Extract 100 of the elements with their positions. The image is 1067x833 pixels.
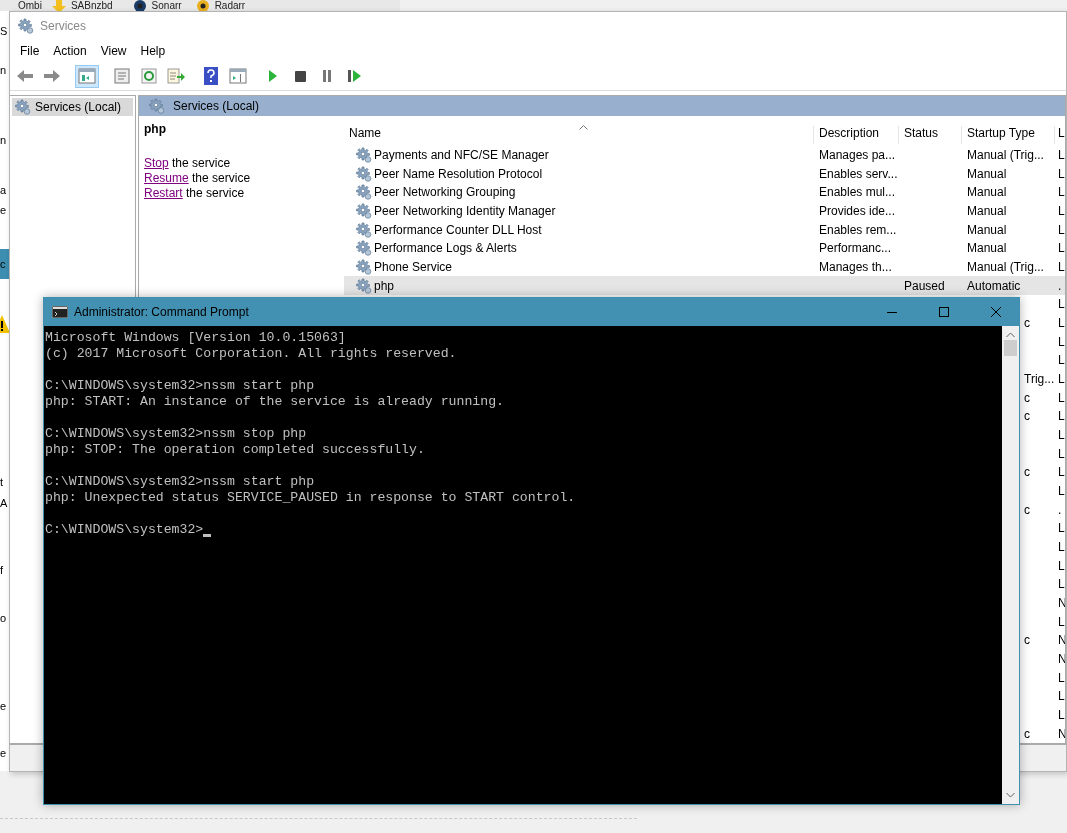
table-cell-text: Automatic [966, 278, 1022, 293]
gear-icon [356, 277, 372, 294]
bookmark-logo-icon [195, 0, 210, 13]
menu-item[interactable]: Action [46, 42, 94, 60]
table-cell-text: Manages th... [818, 259, 893, 274]
console-line: php: Unexpected status SERVICE_PAUSED in response to START control. [45, 490, 576, 506]
pane-title: Services (Local) [173, 99, 260, 113]
gear-icon [356, 165, 372, 182]
table-cell-text: Provides ide... [818, 203, 897, 218]
scroll-thumb[interactable] [1004, 340, 1017, 356]
maximize-icon [939, 307, 949, 317]
action-link[interactable]: Stop [144, 156, 169, 170]
table-cell-text: N [1057, 595, 1065, 610]
tree-pane-icon [78, 68, 96, 84]
scroll-down-icon [1006, 792, 1015, 798]
service-row[interactable]: Performance Counter DLL Host Enables rem... Manual L [344, 220, 1065, 239]
action-link[interactable]: Restart [144, 186, 183, 200]
table-cell: Payments and NFC/SE Manager [344, 146, 814, 163]
menu-item[interactable]: Help [133, 42, 173, 60]
console-line: C:\WINDOWS\system32>nssm start php [45, 378, 315, 394]
column-header[interactable]: L [1055, 125, 1065, 144]
gear-icon [15, 99, 31, 115]
action-text: Restart the service [144, 186, 246, 201]
bookmark-link[interactable]: SABnzbd [51, 0, 113, 13]
text-fragment: e [0, 204, 7, 217]
console-icon [52, 306, 68, 318]
table-cell-text: c [1024, 409, 1031, 424]
bookmark-link[interactable]: Radarr [195, 0, 246, 13]
service-row[interactable]: Performance Logs & Alerts Performanc... Manual L [344, 238, 1065, 258]
console-line: php: STOP: The operation completed successfully. [45, 442, 425, 458]
table-cell-text: L [1057, 147, 1065, 162]
table-cell: Peer Networking Grouping [344, 184, 814, 201]
pause-icon [322, 70, 332, 82]
console-line: Microsoft Windows [Version 10.0.15063] [45, 330, 346, 346]
table-cell-text: L [1057, 259, 1065, 274]
column-header[interactable]: Status [899, 125, 962, 144]
gear-icon [356, 221, 372, 238]
scrollbar[interactable] [1002, 326, 1019, 804]
download-arrow-icon [51, 0, 66, 13]
menu-item[interactable]: File [13, 42, 47, 60]
resume-icon [347, 70, 361, 82]
column-header[interactable]: Name [344, 125, 814, 144]
service-row[interactable]: Phone Service Manages th... Manual (Trig... L [344, 257, 1065, 277]
console-line: C:\WINDOWS\system32>nssm start php [45, 474, 315, 490]
bookmark-link[interactable]: Ombi [18, 0, 42, 11]
table-cell-text: c [1024, 465, 1031, 480]
action-link[interactable]: Resume [144, 171, 189, 185]
table-cell-text: N [1057, 652, 1065, 666]
tree-item[interactable]: Services (Local) [12, 98, 133, 116]
menu-item[interactable]: View [93, 42, 134, 60]
text-fragment: o [0, 612, 7, 625]
bookmark-link[interactable]: Sonarr [132, 0, 182, 13]
text-fragment: n [0, 134, 7, 147]
table-cell-text: L [1057, 297, 1065, 312]
service-row[interactable]: Peer Networking Identity Manager Provides ide... Manual L [344, 201, 1065, 221]
refresh-icon [141, 68, 157, 84]
table-cell-text: L [1057, 446, 1065, 461]
scroll-up-icon [1006, 332, 1015, 338]
text-cursor [203, 534, 212, 537]
close-icon [991, 307, 1001, 317]
table-cell: Peer Networking Identity Manager [344, 202, 814, 219]
table-cell-text: c [1024, 390, 1031, 405]
column-header[interactable]: Description [814, 125, 899, 144]
table-cell-text: L [1057, 521, 1065, 536]
gear-icon [149, 98, 165, 114]
table-cell-text: Manual (Trig... [966, 147, 1045, 162]
table-cell-text: L [1057, 166, 1065, 181]
table-cell: Peer Name Resolution Protocol [344, 165, 814, 182]
table-cell-text: Manual [966, 222, 1008, 237]
service-row[interactable]: php Paused Automatic . [344, 276, 1065, 295]
table-cell-text: Performanc... [818, 241, 893, 256]
text-fragment: f [0, 564, 4, 577]
table-cell-text: L [1057, 371, 1065, 386]
console-view-icon [229, 68, 247, 84]
service-row[interactable]: Payments and NFC/SE Manager Manages pa... Manual (Trig... L [344, 145, 1065, 165]
service-row[interactable]: Peer Networking Grouping Enables mul... Manual L [344, 182, 1065, 202]
text-fragment: a [0, 184, 7, 197]
table-cell-text: L [1057, 539, 1065, 554]
table-cell-text: L [1057, 315, 1065, 330]
properties-icon [114, 68, 130, 84]
table-cell: Trig... [1024, 371, 1055, 386]
console-line: php: START: An instance of the service is already running. [45, 394, 504, 410]
text-fragment: A [0, 497, 8, 510]
table-cell-text: L [1057, 353, 1065, 368]
table-cell-text: Manual [966, 203, 1008, 218]
table-cell-text: L [1057, 614, 1065, 629]
table-cell-text: L [1057, 427, 1065, 442]
gear-icon [356, 184, 372, 201]
table-cell-text: Enables serv... [818, 166, 899, 181]
window-title: Administrator: Command Prompt [74, 305, 250, 319]
table-cell-text: L [1057, 465, 1065, 480]
table-cell: Performance Logs & Alerts [344, 240, 814, 257]
forward-arrow-icon [43, 69, 61, 83]
table-cell-text: N [1057, 726, 1065, 741]
table-cell: Phone Service [344, 258, 814, 275]
play-icon [268, 70, 278, 82]
service-row[interactable]: Peer Name Resolution Protocol Enables serv... Manual L [344, 164, 1065, 183]
text-fragment: c [0, 258, 6, 271]
gear-icon [356, 258, 372, 275]
column-header[interactable]: Startup Type [962, 125, 1055, 144]
